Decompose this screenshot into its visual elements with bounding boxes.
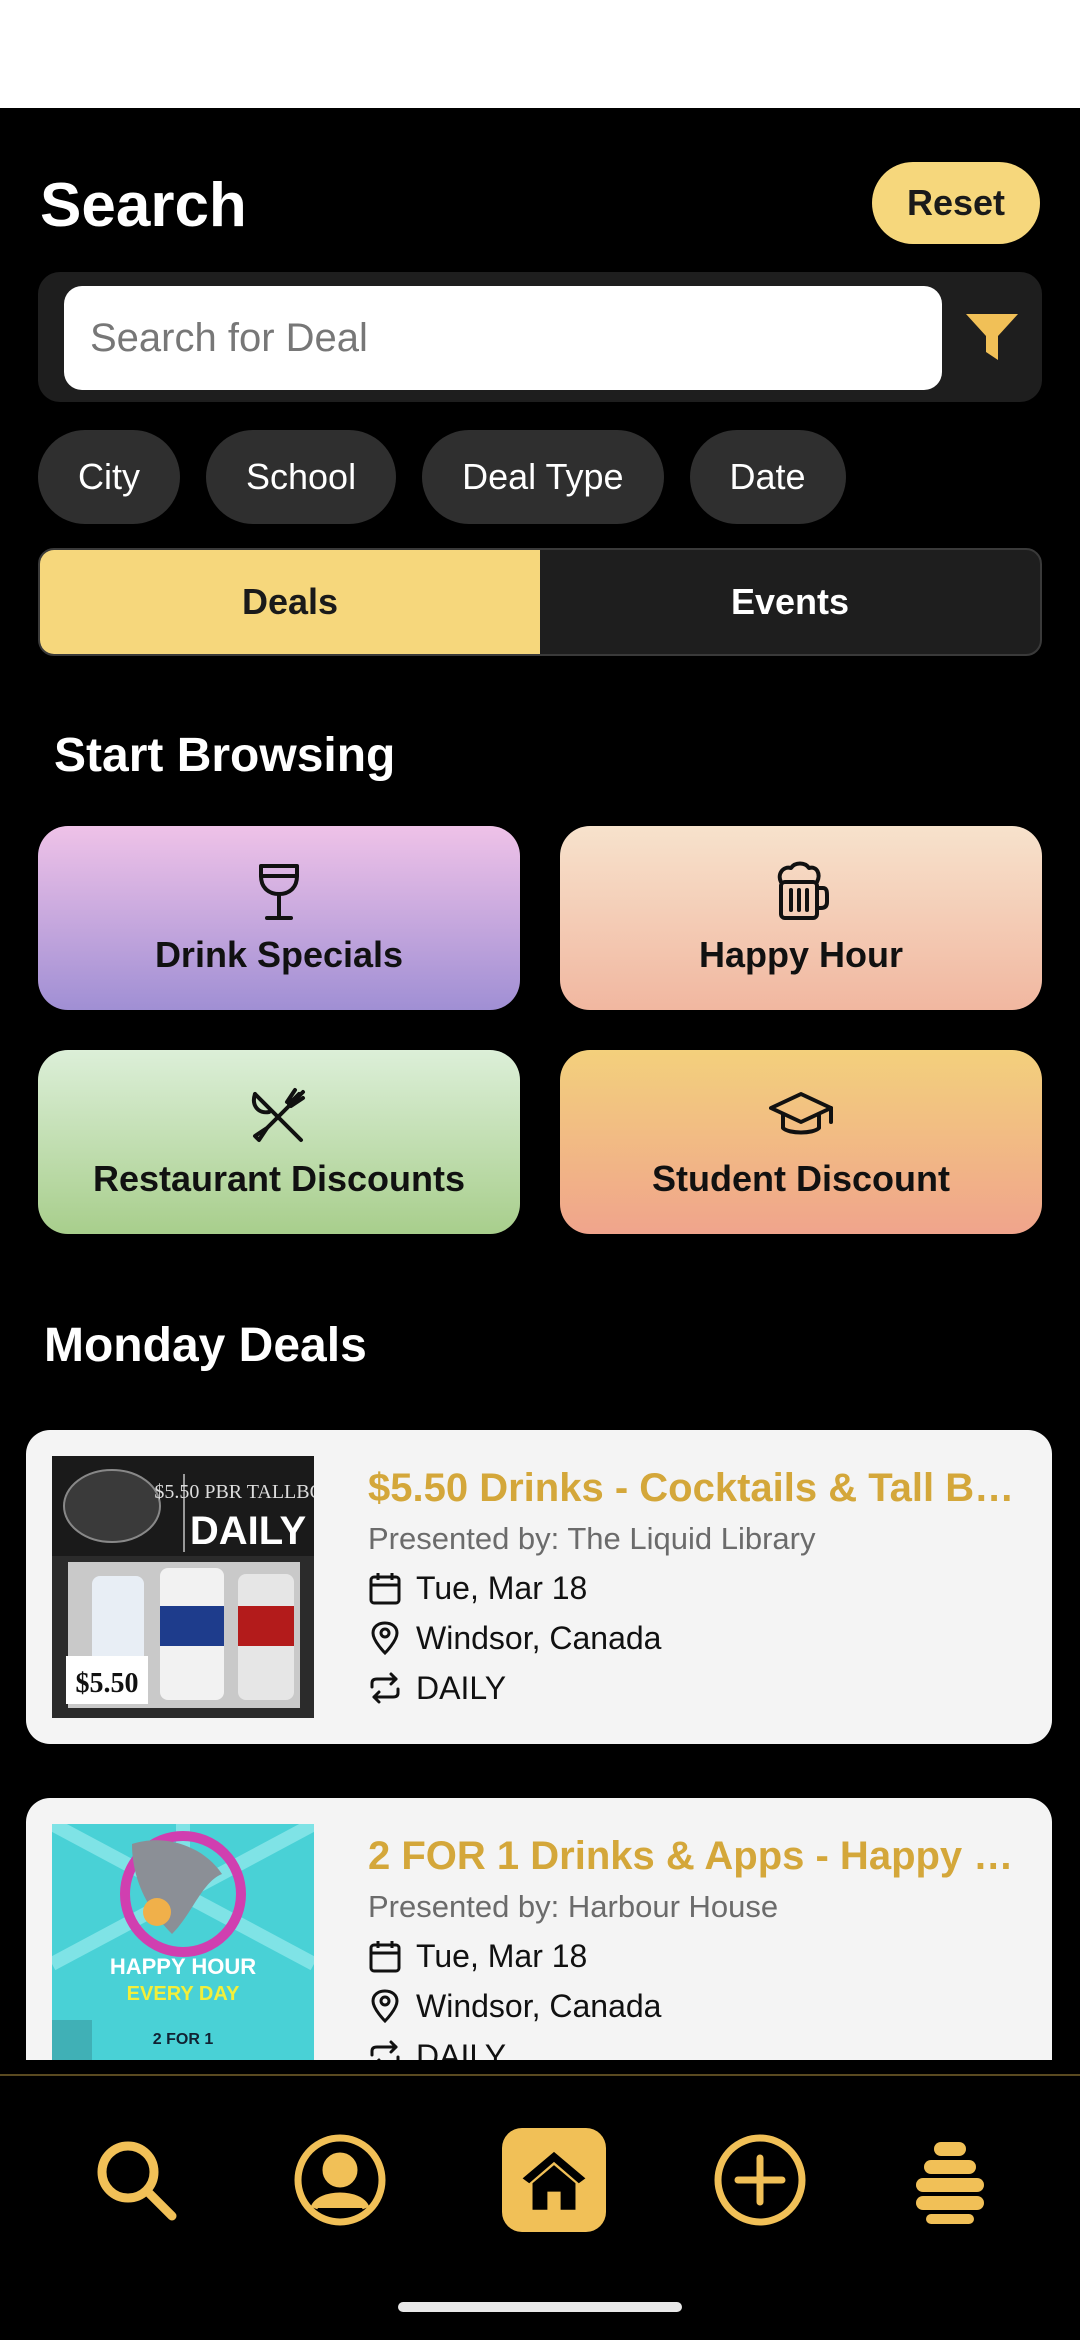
deals-list: $5.50 PBR TALLBOYS DAILY $5.50 $5.50 Dri… xyxy=(0,1420,1080,2060)
deal-recurrence: DAILY xyxy=(416,2037,507,2061)
nav-home[interactable] xyxy=(502,2128,606,2232)
location-pin-icon xyxy=(371,1989,399,2023)
deal-location: Windsor, Canada xyxy=(416,1619,662,1656)
nav-profile[interactable] xyxy=(288,2128,392,2232)
search-bar xyxy=(38,272,1042,402)
deal-location-row: Windsor, Canada xyxy=(368,1619,1018,1657)
deal-date: Tue, Mar 18 xyxy=(416,1569,588,1606)
tab-events[interactable]: Events xyxy=(540,550,1040,654)
graduation-cap-icon xyxy=(769,1092,833,1135)
repeat-icon xyxy=(370,1672,400,1704)
filter-chip-city[interactable]: City xyxy=(38,430,180,524)
repeat-icon xyxy=(370,2040,400,2060)
reset-button[interactable]: Reset xyxy=(872,162,1040,244)
calendar-icon xyxy=(369,1573,401,1605)
deal-image-sub: $5.50 PBR TALLBOYS xyxy=(154,1481,314,1503)
location-pin-icon xyxy=(371,1621,399,1655)
filter-chip-deal-type[interactable]: Deal Type xyxy=(422,430,664,524)
deal-title[interactable]: $5.50 Drinks - Cocktails & Tall Bo... xyxy=(368,1466,1018,1511)
deal-image-headline: HAPPY HOUR xyxy=(110,1954,256,1979)
search-input[interactable] xyxy=(64,286,942,390)
category-label: Drink Specials xyxy=(154,934,404,975)
deal-image-headline: DAILY xyxy=(190,1509,307,1553)
category-student-discount[interactable]: Student Discount xyxy=(560,1050,1042,1234)
nav-search[interactable] xyxy=(84,2128,188,2232)
status-bar xyxy=(0,0,1080,108)
deal-image-price: $5.50 xyxy=(76,1668,139,1699)
filter-chips: City School Deal Type Date xyxy=(38,430,846,524)
filter-chip-school[interactable]: School xyxy=(206,430,397,524)
add-icon xyxy=(714,2134,806,2226)
deal-date: Tue, Mar 18 xyxy=(416,1937,588,1974)
page-title: Search xyxy=(40,171,247,240)
deal-location: Windsor, Canada xyxy=(416,1987,662,2024)
tab-deals[interactable]: Deals xyxy=(40,550,540,654)
beer-mug-icon xyxy=(777,861,829,920)
deal-recurrence-row: DAILY xyxy=(368,2037,1018,2060)
nav-hive[interactable] xyxy=(898,2128,1002,2232)
bottom-nav xyxy=(0,2074,1080,2340)
category-label: Restaurant Discounts xyxy=(92,1158,466,1199)
category-drink-specials[interactable]: Drink Specials xyxy=(38,826,520,1010)
deal-title[interactable]: 2 FOR 1 Drinks & Apps - Happy H... xyxy=(368,1834,1018,1879)
deal-image: $5.50 PBR TALLBOYS DAILY $5.50 xyxy=(52,1456,314,1718)
deals-events-toggle: Deals Events xyxy=(38,548,1042,656)
filter-chip-date[interactable]: Date xyxy=(689,430,846,524)
header: Search Reset xyxy=(40,160,1040,250)
fork-knife-icon xyxy=(252,1088,305,1142)
nav-add[interactable] xyxy=(708,2128,812,2232)
profile-icon xyxy=(294,2134,386,2226)
deal-card[interactable]: HAPPY HOUR EVERY DAY 2 FOR 1 2 FOR 1 Dri… xyxy=(26,1798,1052,2060)
deal-location-row: Windsor, Canada xyxy=(368,1987,1018,2025)
category-happy-hour[interactable]: Happy Hour xyxy=(560,826,1042,1010)
deal-recurrence-row: DAILY xyxy=(368,1669,1018,1707)
category-label: Student Discount xyxy=(652,1158,950,1199)
deal-image-sub: EVERY DAY xyxy=(127,1983,240,2005)
filter-icon[interactable] xyxy=(964,312,1020,364)
deal-date-row: Tue, Mar 18 xyxy=(368,1937,1018,1975)
home-indicator xyxy=(398,2302,682,2312)
category-label: Happy Hour xyxy=(698,934,903,975)
deal-info: $5.50 Drinks - Cocktails & Tall Bo... Pr… xyxy=(368,1466,1018,1707)
deal-presenter: Presented by: The Liquid Library xyxy=(368,1521,816,1556)
deal-date-row: Tue, Mar 18 xyxy=(368,1569,1018,1607)
wine-glass-icon xyxy=(259,864,299,920)
deal-card[interactable]: $5.50 PBR TALLBOYS DAILY $5.50 $5.50 Dri… xyxy=(26,1430,1052,1744)
category-restaurant-discounts[interactable]: Restaurant Discounts xyxy=(38,1050,520,1234)
monday-deals-title: Monday Deals xyxy=(44,1319,367,1372)
calendar-icon xyxy=(369,1941,401,1973)
deal-info: 2 FOR 1 Drinks & Apps - Happy H... Prese… xyxy=(368,1834,1018,2060)
search-icon xyxy=(97,2141,177,2221)
home-icon xyxy=(522,2151,586,2210)
deal-presenter: Presented by: Harbour House xyxy=(368,1889,779,1924)
start-browsing-title: Start Browsing xyxy=(54,729,396,782)
hive-icon xyxy=(916,2142,984,2224)
deal-image-offer: 2 FOR 1 xyxy=(153,2031,214,2048)
deal-recurrence: DAILY xyxy=(416,1669,507,1706)
deal-image: HAPPY HOUR EVERY DAY 2 FOR 1 xyxy=(52,1824,314,2060)
